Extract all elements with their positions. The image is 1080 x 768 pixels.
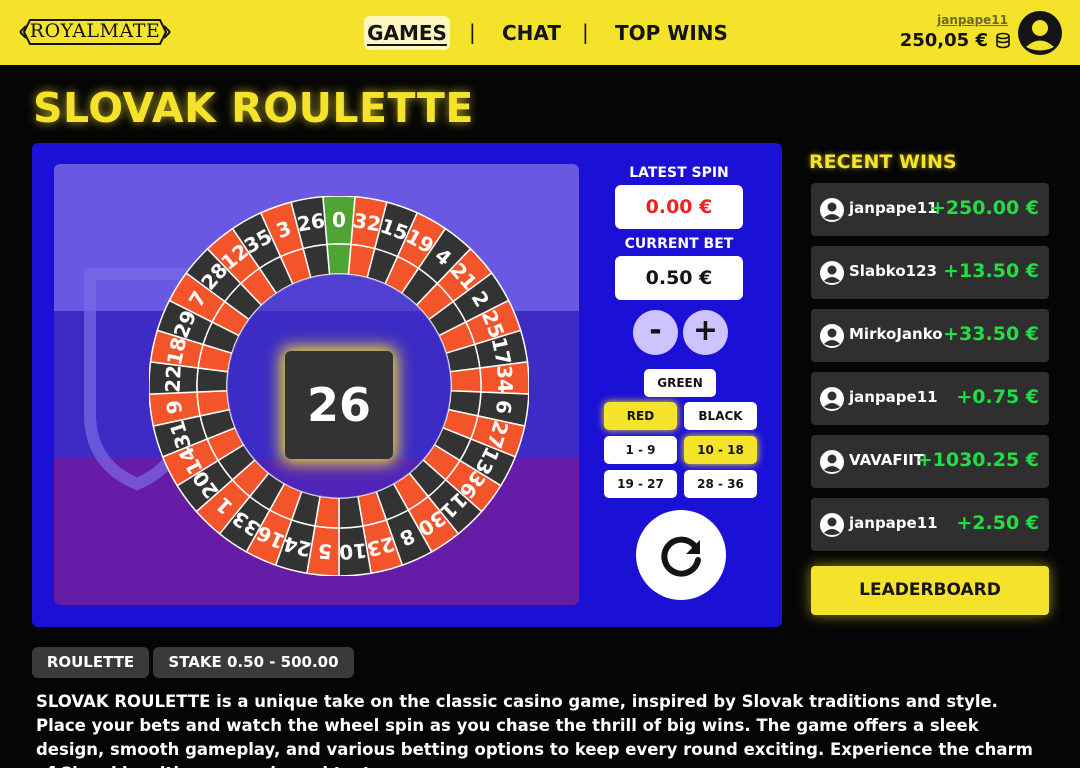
bet-range-28-36-button[interactable]: 28 - 36 bbox=[684, 470, 757, 498]
wheel-inner-segment bbox=[338, 495, 364, 529]
latest-spin-value: 0.00 € bbox=[615, 185, 743, 229]
royalmate-logo[interactable]: ROYALMATE bbox=[18, 16, 172, 48]
spin-icon bbox=[661, 536, 701, 577]
bet-range-10-18-button[interactable]: 10 - 18 bbox=[684, 436, 757, 464]
bet-green-button[interactable]: GREEN bbox=[644, 369, 716, 397]
game-description: SLOVAK ROULETTE is a unique take on the … bbox=[36, 692, 1033, 768]
recent-win-item: janpape11 +2.50 € bbox=[811, 498, 1049, 551]
nav-chat[interactable]: CHAT bbox=[502, 16, 561, 50]
user-icon bbox=[820, 324, 844, 348]
current-bet-label: CURRENT BET bbox=[624, 236, 734, 252]
top-bar: ROYALMATE GAMES | CHAT | TOP WINS janpap… bbox=[0, 0, 1080, 65]
user-avatar-icon[interactable] bbox=[1017, 10, 1063, 56]
user-icon bbox=[820, 513, 844, 537]
bet-black-button[interactable]: BLACK bbox=[684, 402, 757, 430]
win-username: janpape11 bbox=[849, 388, 938, 406]
win-amount: +250.00 € bbox=[929, 197, 1039, 219]
latest-spin-label: LATEST SPIN bbox=[629, 165, 729, 181]
nav-separator: | bbox=[582, 20, 589, 44]
recent-win-item: MirkoJanko +33.50 € bbox=[811, 309, 1049, 362]
logo-text: ROYALMATE bbox=[29, 20, 161, 42]
win-username: MirkoJanko bbox=[849, 325, 943, 343]
user-icon bbox=[820, 450, 844, 474]
coins-icon bbox=[996, 32, 1010, 49]
recent-wins-title: RECENT WINS bbox=[809, 151, 957, 173]
nav-games[interactable]: GAMES bbox=[364, 16, 450, 50]
win-username: janpape11 bbox=[849, 514, 938, 532]
recent-win-item: janpape11 +250.00 € bbox=[811, 183, 1049, 236]
slovak-flag-background: 0 32 15 19 4 21 2 25 17 34 6 27 13 36 11 30 8 23 10 5 24 16 33… bbox=[54, 164, 579, 605]
win-username: Slabko123 bbox=[849, 262, 937, 280]
bet-range-19-27-button[interactable]: 19 - 27 bbox=[604, 470, 677, 498]
tag-roulette[interactable]: ROULETTE bbox=[32, 647, 149, 678]
user-icon bbox=[820, 387, 844, 411]
recent-win-item: janpape11 +0.75 € bbox=[811, 372, 1049, 425]
spin-button[interactable] bbox=[636, 510, 726, 600]
wheel-inner-segment bbox=[326, 243, 352, 276]
win-username: janpape11 bbox=[849, 199, 938, 217]
leaderboard-button[interactable]: LEADERBOARD bbox=[811, 566, 1049, 615]
wheel-inner-segment bbox=[449, 367, 482, 393]
nav-top-wins[interactable]: TOP WINS bbox=[615, 16, 728, 50]
win-amount: +2.50 € bbox=[956, 512, 1039, 534]
win-username: VAVAFIIT bbox=[849, 451, 925, 469]
win-amount: +0.75 € bbox=[956, 386, 1039, 408]
wheel-number-label: 10 bbox=[338, 538, 368, 564]
page-title: SLOVAK ROULETTE bbox=[33, 84, 474, 132]
user-icon bbox=[820, 198, 844, 222]
recent-win-item: Slabko123 +13.50 € bbox=[811, 246, 1049, 299]
current-bet-value: 0.50 € bbox=[615, 256, 743, 300]
balance-value: 250,05 € bbox=[899, 30, 988, 51]
user-icon bbox=[820, 261, 844, 285]
win-amount: +13.50 € bbox=[943, 260, 1039, 282]
tag-stake[interactable]: STAKE 0.50 - 500.00 bbox=[153, 647, 354, 678]
wheel-number-label: 22 bbox=[161, 365, 186, 394]
wheel-number-label: 34 bbox=[492, 365, 517, 394]
nav-separator: | bbox=[469, 20, 476, 44]
result-number: 26 bbox=[285, 351, 393, 459]
game-panel: 0 32 15 19 4 21 2 25 17 34 6 27 13 36 11 30 8 23 10 5 24 16 33… bbox=[32, 143, 782, 627]
wheel-number-label: 26 bbox=[295, 208, 326, 236]
bet-range-1-9-button[interactable]: 1 - 9 bbox=[604, 436, 677, 464]
increase-bet-button[interactable]: + bbox=[683, 310, 728, 355]
bet-red-button[interactable]: RED bbox=[604, 402, 677, 430]
recent-win-item: VAVAFIIT +1030.25 € bbox=[811, 435, 1049, 488]
wheel-number-label: 0 bbox=[332, 208, 346, 232]
wheel-number-label: 5 bbox=[317, 539, 333, 564]
win-amount: +1030.25 € bbox=[916, 449, 1039, 471]
username-link[interactable]: janpape11 bbox=[937, 13, 1008, 27]
decrease-bet-button[interactable]: - bbox=[633, 310, 678, 355]
win-amount: +33.50 € bbox=[943, 323, 1039, 345]
